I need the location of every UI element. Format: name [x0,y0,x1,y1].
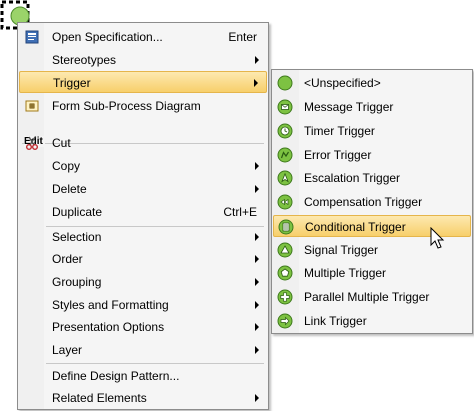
menu-item-grouping[interactable]: Grouping [19,271,267,293]
submenu-item-label: Signal Trigger [304,243,379,257]
menu-item-label: Selection [52,230,102,244]
submenu-arrow-icon [255,185,259,193]
menu-item-related-elements[interactable]: Related Elements [19,387,267,409]
menu-item-styles-and-formatting[interactable]: Styles and Formatting [19,294,267,316]
submenu-item-label: Error Trigger [304,148,372,162]
menu-item-label: Presentation Options [52,320,165,334]
submenu-item-label: Parallel Multiple Trigger [304,290,430,304]
menu-item-label: Open Specification... [52,30,163,44]
submenu-arrow-icon [255,346,259,354]
menu-item-copy[interactable]: Copy [19,155,267,177]
submenu-arrow-icon [255,56,259,64]
menu-item-label: Layer [52,343,83,357]
link-trigger-icon [277,313,293,329]
submenu-item-multiple-trigger[interactable]: Multiple Trigger [273,262,471,284]
subprocess-diagram-icon [25,99,39,113]
context-menu: Open Specification... Enter Stereotypes … [17,22,269,410]
conditional-trigger-icon [278,219,294,235]
submenu-arrow-icon [254,79,258,87]
submenu-item-label: Message Trigger [304,100,394,114]
submenu-item-label: Multiple Trigger [304,266,387,280]
menu-item-label: Grouping [52,275,102,289]
mouse-cursor-icon [430,226,448,251]
submenu-arrow-icon [255,255,259,263]
menu-item-order[interactable]: Order [19,248,267,270]
submenu-arrow-icon [255,233,259,241]
menu-item-shortcut: Ctrl+E [223,205,257,219]
menu-item-define-design-pattern[interactable]: Define Design Pattern... [19,365,267,387]
menu-item-form-sub-process-diagram[interactable]: Form Sub-Process Diagram [19,95,267,117]
submenu-item-compensation-trigger[interactable]: Compensation Trigger [273,191,471,213]
menu-item-duplicate[interactable]: Duplicate Ctrl+E [19,201,267,223]
menu-item-shortcut: Enter [228,30,257,44]
menu-item-label: Stereotypes [52,53,117,67]
submenu-item-label: Escalation Trigger [304,171,401,185]
submenu-arrow-icon [255,162,259,170]
submenu-item-label: Link Trigger [304,314,367,328]
submenu-item-error-trigger[interactable]: Error Trigger [273,144,471,166]
submenu-arrow-icon [255,301,259,309]
specification-icon [25,30,39,44]
error-trigger-icon [277,147,293,163]
menu-item-trigger[interactable]: Trigger [19,71,267,93]
submenu-arrow-icon [255,394,259,402]
menu-item-selection[interactable]: Selection [19,226,267,248]
menu-separator [46,363,264,364]
menu-item-label: Related Elements [52,391,147,405]
menu-item-label: Define Design Pattern... [52,369,180,383]
submenu-item-unspecified[interactable]: <Unspecified> [273,72,471,94]
menu-item-layer[interactable]: Layer [19,339,267,361]
menu-item-label: Duplicate [52,205,103,219]
submenu-item-link-trigger[interactable]: Link Trigger [273,310,471,332]
menu-item-label: Trigger [53,76,91,90]
menu-item-presentation-options[interactable]: Presentation Options [19,316,267,338]
unspecified-trigger-icon [277,75,293,91]
menu-item-label: Styles and Formatting [52,298,169,312]
menu-item-label: Form Sub-Process Diagram [52,99,201,113]
submenu-item-label: Compensation Trigger [304,195,423,209]
menu-item-open-specification[interactable]: Open Specification... Enter [19,26,267,48]
submenu-item-label: Conditional Trigger [305,220,406,234]
submenu-item-parallel-multiple-trigger[interactable]: Parallel Multiple Trigger [273,286,471,308]
menu-item-label: Copy [52,159,81,173]
menu-item-stereotypes[interactable]: Stereotypes [19,49,267,71]
menu-item-label: Order [52,252,83,266]
submenu-arrow-icon [255,323,259,331]
submenu-item-message-trigger[interactable]: Message Trigger [273,96,471,118]
menu-item-cut[interactable]: Cut [19,132,267,154]
multiple-trigger-icon [277,265,293,281]
timer-trigger-icon [277,123,293,139]
menu-item-delete[interactable]: Delete [19,178,267,200]
signal-trigger-icon [277,242,293,258]
menu-item-label: Cut [52,136,71,150]
trigger-submenu: <Unspecified> Message Trigger Timer Trig… [271,69,473,334]
parallel-multiple-trigger-icon [277,289,293,305]
submenu-item-escalation-trigger[interactable]: Escalation Trigger [273,167,471,189]
message-trigger-icon [277,99,293,115]
submenu-item-label: <Unspecified> [304,76,381,90]
escalation-trigger-icon [277,170,293,186]
menu-item-label: Delete [52,182,87,196]
submenu-item-timer-trigger[interactable]: Timer Trigger [273,120,471,142]
scissors-icon [25,136,39,150]
submenu-arrow-icon [255,278,259,286]
submenu-item-label: Timer Trigger [304,124,375,138]
compensation-trigger-icon [277,194,293,210]
